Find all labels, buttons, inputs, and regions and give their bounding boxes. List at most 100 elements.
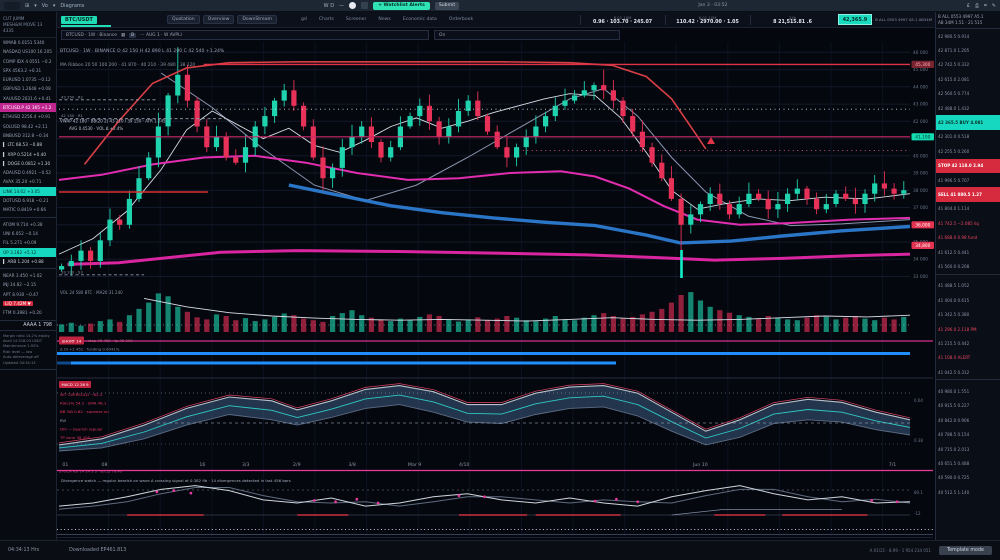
chevron-down-icon[interactable]: ▾ xyxy=(34,3,37,9)
watchlist-row[interactable]: EURUSD 1.0735 −0.12 xyxy=(0,75,56,84)
watchlist-row[interactable]: DOTUSD 6.918 −0.21 xyxy=(0,196,56,205)
chevron-down-icon-2[interactable]: ▾ xyxy=(53,3,56,9)
compare-field[interactable]: On xyxy=(434,30,620,40)
svg-text:40 000: 40 000 xyxy=(913,153,928,159)
orderbook-row[interactable]: 40 590.0 0.725 xyxy=(936,471,1000,485)
currency-icon[interactable]: £ xyxy=(967,3,970,9)
watchlist-alerts-button[interactable]: + Watchlist Alerts xyxy=(373,2,430,10)
menu-item[interactable]: Screener xyxy=(346,17,367,22)
grid-view-icon[interactable]: ▦ xyxy=(121,33,125,38)
timeframe-label[interactable]: W D xyxy=(324,3,334,9)
orderbook-row[interactable]: 40 715.0 2.013 xyxy=(936,442,1000,456)
watchlist-row[interactable]: GBPUSD 1.2648 +0.08 xyxy=(0,84,56,93)
menu-item[interactable]: Charts xyxy=(319,17,334,22)
settings-square-icon[interactable] xyxy=(361,2,368,9)
symbolbar-button[interactable]: Quotation xyxy=(167,15,200,24)
print-icon[interactable]: ⎙ xyxy=(975,3,979,9)
main-chart[interactable]: 46 00045 00044 00043 00042 00041 00040 0… xyxy=(57,42,935,540)
orderbook-row[interactable]: 41 488.5 1.052 xyxy=(936,279,1000,293)
minimize-icon[interactable]: — xyxy=(339,3,344,9)
watchlist-row[interactable]: ▍ DOGE 0.0812 +1.30 xyxy=(0,159,56,168)
orderbook-row[interactable]: 42 615.0 2.081 xyxy=(936,72,1000,86)
svg-text:VOL 24 580 BTC · MA20 31 240: VOL 24 580 BTC · MA20 31 240 xyxy=(60,290,123,295)
orderbook-row[interactable]: 41 296.0 2.118 PM xyxy=(936,322,1000,336)
watchlist-row[interactable]: ▍ LTC 68.53 −0.88 xyxy=(0,140,56,149)
orderbook-row[interactable]: 40 980.0 1.551 xyxy=(936,384,1000,398)
watchlist-row[interactable]: MATIC 0.8419 +0.66 xyxy=(0,205,56,214)
watchlist-row[interactable]: ATOM 9.714 +0.38 xyxy=(0,220,56,229)
watchlist-row[interactable]: BNBUSD 312.8 −0.34 xyxy=(0,131,56,140)
svg-text:4/10: 4/10 xyxy=(459,462,470,468)
watchlist-row[interactable]: APT 8.930 −0.47 xyxy=(0,290,56,299)
orderbook-row[interactable]: 41 042.5 0.312 xyxy=(936,365,1000,379)
orderbook-row[interactable]: 42 871.0 1.205 xyxy=(936,43,1000,57)
orderbook-row[interactable]: 40 915.5 0.227 xyxy=(936,399,1000,413)
orderbook-row[interactable]: 40 842.0 0.906 xyxy=(936,413,1000,427)
watchlist-row[interactable]: LIQ 7.42M ▼ xyxy=(0,299,56,308)
orderbook-row[interactable]: 41 560.0 0.208 xyxy=(936,259,1000,273)
orderbook-row[interactable]: 42 742.5 0.332 xyxy=(936,58,1000,72)
orderbook-row[interactable]: 42 980.5 0.914 xyxy=(936,29,1000,43)
watchlist-row[interactable]: NEAR 3.450 +1.02 xyxy=(0,271,56,280)
diagrams-menu[interactable]: Diagrams xyxy=(60,3,84,9)
svg-text:33 100 · S3: 33 100 · S3 xyxy=(61,269,83,274)
avatar[interactable] xyxy=(349,2,356,9)
orderbook-row[interactable]: 41 342.5 0.380 xyxy=(936,307,1000,321)
menu-item[interactable]: News xyxy=(378,17,390,22)
watchlist-row[interactable]: SPX 4563.2 +0.31 xyxy=(0,66,56,75)
orderbook-row[interactable]: 42 488.0 1.432 xyxy=(936,101,1000,115)
orderbook-row[interactable]: 42 560.5 0.774 xyxy=(936,87,1000,101)
orderbook-row[interactable]: 41 612.5 0.441 xyxy=(936,245,1000,259)
watchlist-row[interactable]: LINK 14.62 +3.05 xyxy=(0,187,56,196)
watchlist-row[interactable]: OP 3.182 +5.12 xyxy=(0,248,56,257)
watchlist-row[interactable]: UNI 6.052 −0.14 xyxy=(0,229,56,238)
orderbook-row[interactable]: 42 301.0 0.518 xyxy=(936,130,1000,144)
menu-item[interactable]: Orderbook xyxy=(449,17,473,22)
orderbook-row[interactable]: 41 688.0 0.98 fund xyxy=(936,230,1000,244)
orderbook-row[interactable]: 42 365.5 BUY 4.081 xyxy=(936,115,1000,129)
orderbook-header: B ALL 0553 4997 A5.1 AB 34M 1.51 · 21 51… xyxy=(936,12,1000,29)
orderbook-row[interactable]: 41 804.0 1.114 xyxy=(936,202,1000,216)
symbolbar-button[interactable]: DownStream xyxy=(237,15,277,24)
watchlist-row[interactable]: NASDAQ US100 16 205 xyxy=(0,47,56,56)
watchlist-row[interactable]: ADAUSD 0.4921 −0.52 xyxy=(0,168,56,177)
watchlist-row[interactable]: COMP IDX 4 0551 −0.2 xyxy=(0,57,56,66)
orderbook-row[interactable]: 41 742.5 −2.085 liq xyxy=(936,216,1000,230)
submit-button[interactable]: Submit xyxy=(435,2,459,10)
menu-item[interactable]: gd xyxy=(301,17,307,22)
symbolbar-note: B ALL 0553 4997 A5.1 AB34M xyxy=(875,17,932,22)
layout-icon[interactable]: ⌗ xyxy=(984,3,987,9)
watchlist-row[interactable]: ETHUSD 2256.4 +0.91 xyxy=(0,112,56,121)
trading-terminal: ⊞ ▾ Vo ▾ Diagrams W D — + Watchlist Aler… xyxy=(0,0,1000,560)
orderbook-row[interactable]: 40 512.5 1.140 xyxy=(936,485,1000,499)
orderbook-row[interactable]: 41 404.0 0.615 xyxy=(936,293,1000,307)
watchlist-row[interactable]: WMAB 0.0151 5340 xyxy=(0,38,56,47)
watchlist-row[interactable]: XAUUSD 2031.6 +0.41 xyxy=(0,94,56,103)
orderbook-row[interactable]: 40 788.5 0.154 xyxy=(936,428,1000,442)
orderbook-row[interactable]: 42 255.5 0.260 xyxy=(936,144,1000,158)
tab-symbol[interactable]: BTC/USDT xyxy=(61,16,97,24)
orderbook-row[interactable]: STOP 42 118.0 2.94 xyxy=(936,159,1000,173)
template-mode-button[interactable]: Template mode xyxy=(939,546,992,555)
symbol-search-field[interactable]: BTCUSD · 1W · Binance ▦ B ⋯ AUG 1 · W AV… xyxy=(61,30,429,40)
watchlist-row[interactable]: AVAX 35.20 +0.71 xyxy=(0,177,56,186)
orderbook-row[interactable]: 41 215.5 0.442 xyxy=(936,336,1000,350)
edit-icon[interactable]: ✎ xyxy=(992,3,996,9)
watchlist-separator xyxy=(0,217,56,218)
grid-icon[interactable]: ⊞ xyxy=(25,3,29,9)
orderbook-row[interactable]: 41 996.5 0.707 xyxy=(936,173,1000,187)
symbolbar-button[interactable]: Overview xyxy=(203,15,235,24)
last-price-badge[interactable]: 42,365.9 xyxy=(838,14,873,25)
watchlist-row[interactable]: BTCUSD.P 42 365 +1.2 xyxy=(0,103,56,112)
menu-item[interactable]: Economic data xyxy=(403,17,437,22)
orderbook-row[interactable]: 41 108.0 ALERT xyxy=(936,351,1000,365)
watchlist-row[interactable]: SOLUSD 98.42 +2.11 xyxy=(0,122,56,131)
watchlist-row[interactable]: INJ 34.82 −2.15 xyxy=(0,280,56,289)
volume-menu[interactable]: Vo xyxy=(42,3,48,9)
watchlist-row[interactable]: FTM 0.3981 +0.20 xyxy=(0,308,56,317)
watchlist-row[interactable]: ▍ XRP 0.5214 +0.40 xyxy=(0,150,56,159)
watchlist-row[interactable]: FIL 5.271 +0.09 xyxy=(0,238,56,247)
watchlist-row[interactable]: ▍ ARB 1.204 +0.88 xyxy=(0,257,56,266)
orderbook-row[interactable]: SELL 41 880.5 1.27 xyxy=(936,187,1000,201)
orderbook-row[interactable]: 40 651.5 0.488 xyxy=(936,456,1000,470)
